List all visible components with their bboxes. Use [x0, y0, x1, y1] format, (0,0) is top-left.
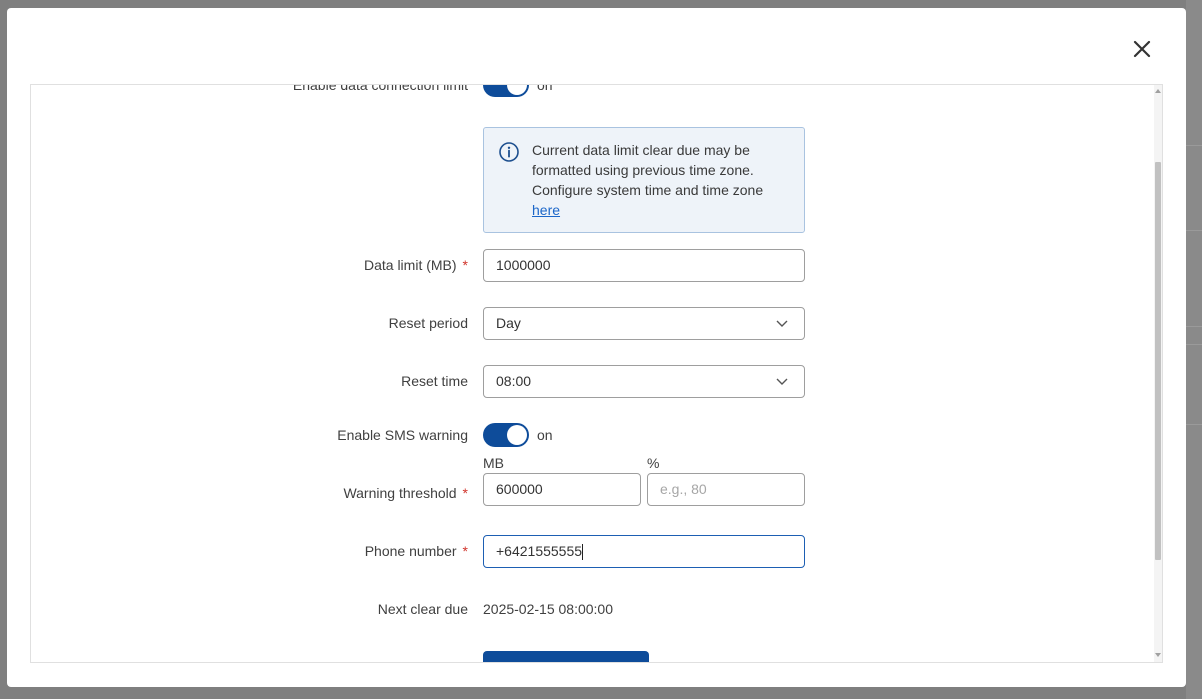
warning-threshold-label: Warning threshold *	[343, 485, 468, 501]
timezone-settings-link[interactable]: here	[532, 202, 560, 218]
toggle-knob	[507, 425, 527, 445]
enable-data-limit-state: on	[537, 84, 553, 93]
settings-form: Enable data connection limit on Current …	[30, 84, 1163, 663]
info-text: Current data limit clear due may be form…	[532, 142, 764, 218]
data-limit-label: Data limit (MB) *	[363, 257, 468, 273]
warning-threshold-mb-input[interactable]: 600000	[483, 473, 641, 506]
close-button[interactable]	[1129, 36, 1155, 62]
background-divider	[1186, 344, 1202, 345]
required-marker: *	[462, 543, 468, 559]
background-divider	[1186, 230, 1202, 231]
reset-period-value: Day	[496, 315, 521, 331]
enable-data-limit-toggle[interactable]	[483, 85, 529, 97]
close-icon	[1133, 40, 1151, 58]
scroll-down-icon[interactable]	[1155, 652, 1161, 658]
phone-number-label: Phone number *	[364, 543, 468, 559]
background-page	[1186, 0, 1202, 699]
warning-threshold-percent-input[interactable]: e.g., 80	[647, 473, 805, 506]
timezone-info-box: Current data limit clear due may be form…	[483, 127, 805, 233]
required-marker: *	[462, 485, 468, 501]
mb-label: MB	[483, 455, 504, 471]
enable-sms-warning-state: on	[537, 427, 553, 443]
scroll-up-icon[interactable]	[1155, 88, 1161, 94]
data-limit-input[interactable]: 1000000	[483, 249, 805, 282]
chevron-down-icon	[776, 378, 788, 385]
reset-time-value: 08:00	[496, 373, 532, 389]
info-icon	[499, 142, 519, 162]
reset-period-select[interactable]: Day	[483, 307, 805, 340]
enable-sms-warning-label: Enable SMS warning	[337, 427, 468, 443]
background-divider	[1186, 326, 1202, 327]
reset-time-label: Reset time	[401, 373, 468, 389]
percent-label: %	[647, 455, 660, 471]
chevron-down-icon	[776, 320, 788, 327]
next-clear-due-value: 2025-02-15 08:00:00	[483, 601, 613, 617]
enable-sms-warning-toggle[interactable]	[483, 423, 529, 447]
primary-action-button[interactable]	[483, 651, 649, 662]
phone-number-input[interactable]: +6421555555	[483, 535, 805, 568]
background-divider	[1186, 145, 1202, 146]
reset-time-select[interactable]: 08:00	[483, 365, 805, 398]
required-marker: *	[462, 257, 468, 273]
next-clear-due-label: Next clear due	[377, 601, 468, 617]
text-caret	[582, 544, 584, 561]
reset-period-label: Reset period	[388, 315, 468, 331]
background-divider	[1186, 424, 1202, 425]
scrollbar[interactable]	[1154, 85, 1162, 662]
enable-data-limit-label: Enable data connection limit	[292, 84, 468, 93]
modal-dialog: Enable data connection limit on Current …	[7, 8, 1186, 687]
scrollbar-thumb[interactable]	[1155, 162, 1161, 560]
phone-number-value: +6421555555	[496, 543, 583, 559]
toggle-knob	[507, 85, 527, 95]
